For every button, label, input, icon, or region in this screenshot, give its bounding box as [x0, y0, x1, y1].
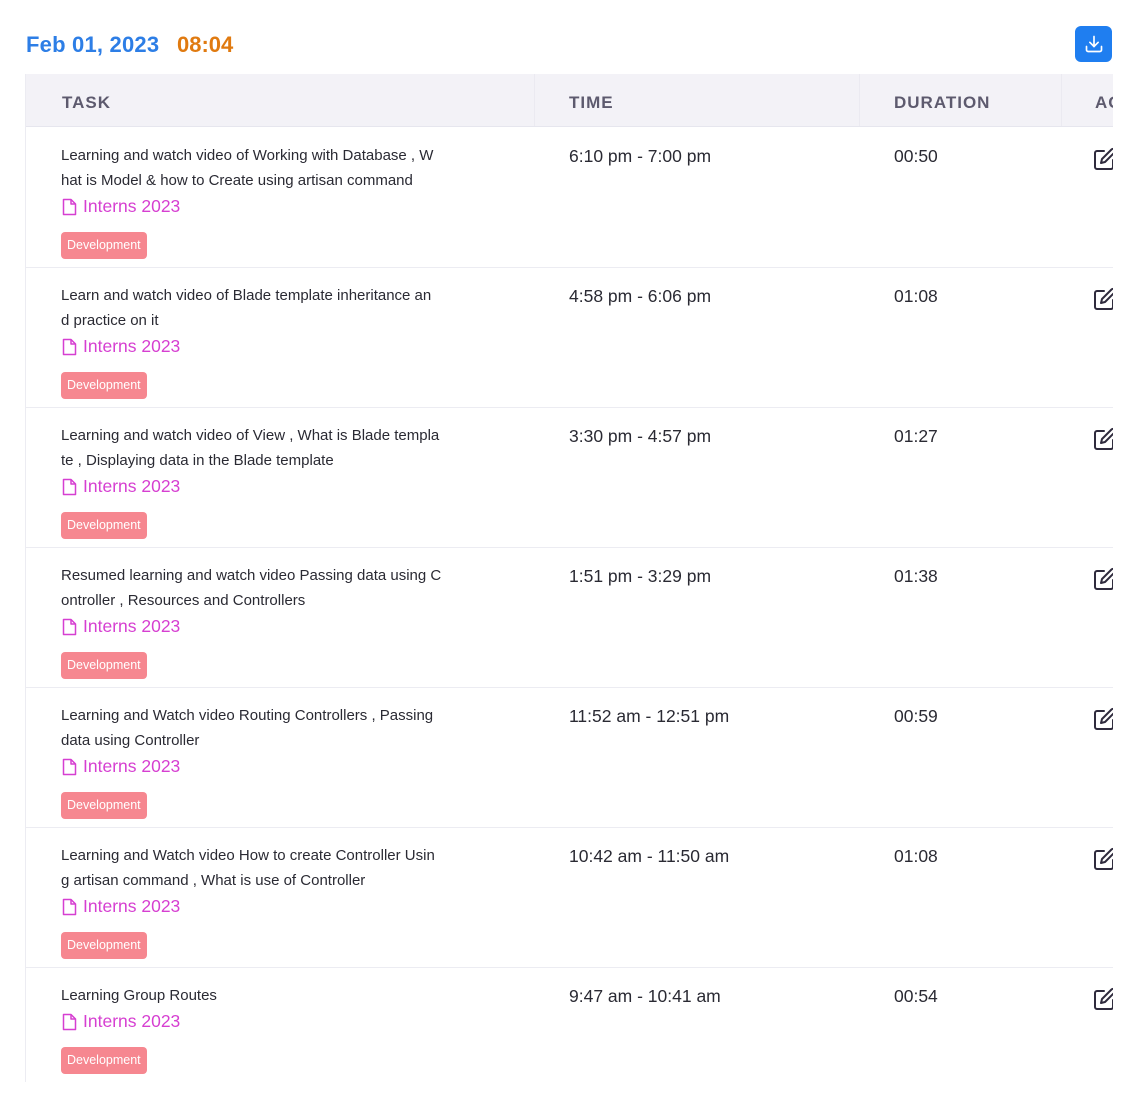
file-icon: [62, 618, 77, 635]
duration: 00:50: [894, 146, 938, 166]
project-name: Interns 2023: [83, 196, 181, 216]
total-time-label: 08:04: [177, 32, 234, 57]
project-link[interactable]: Interns 2023: [62, 196, 180, 217]
edit-button[interactable]: [1093, 147, 1113, 171]
time-range: 9:47 am - 10:41 am: [569, 986, 721, 1006]
task-description-line: Learning and Watch video How to create C…: [61, 847, 435, 864]
column-header-actions: ACTIONS: [1095, 93, 1113, 112]
table-row: Learning Group Routes Interns 2023 Develop…: [26, 967, 1113, 1082]
edit-icon: [1094, 147, 1113, 170]
tag-badge: Development: [61, 372, 147, 399]
project-name: Interns 2023: [83, 1011, 181, 1031]
task-description-line: Resumed learning and watch video Passing…: [61, 567, 442, 584]
task-description: Learning and Watch video Routing Control…: [61, 703, 501, 753]
tag-badge: Development: [61, 652, 147, 679]
task-table: TASK TIME DURATION ACTIONS Learning and …: [25, 74, 1113, 1082]
column-header-duration: DURATION: [894, 93, 991, 112]
task-description-line: g artisan command , What is use of Contr…: [61, 872, 366, 889]
page-header: Feb 01, 2023 08:04: [26, 26, 1112, 64]
time-range: 4:58 pm - 6:06 pm: [569, 286, 712, 306]
task-description-line: data using Controller: [61, 732, 200, 749]
task-description: Learning and Watch video How to create C…: [61, 843, 501, 893]
tag-badge: Development: [61, 932, 147, 959]
task-description: Resumed learning and watch video Passing…: [61, 563, 501, 613]
table-header: TASK TIME DURATION ACTIONS: [26, 74, 1113, 127]
task-description-line: Learning and watch video of View , What …: [61, 427, 440, 444]
column-header-task: TASK: [62, 93, 112, 112]
duration: 01:08: [894, 286, 938, 306]
time-range: 3:30 pm - 4:57 pm: [569, 426, 712, 446]
table-row: Resumed learning and watch video Passing…: [26, 547, 1113, 688]
file-icon: [62, 198, 77, 215]
table-row: Learn and watch video of Blade template …: [26, 267, 1113, 408]
project-name: Interns 2023: [83, 616, 181, 636]
duration: 01:38: [894, 566, 938, 586]
download-button[interactable]: [1075, 26, 1112, 62]
duration: 00:59: [894, 706, 938, 726]
task-description-line: Learning and Watch video Routing Control…: [61, 707, 434, 724]
table-row: Learning and Watch video How to create C…: [26, 827, 1113, 968]
time-range: 1:51 pm - 3:29 pm: [569, 566, 712, 586]
project-name: Interns 2023: [83, 896, 181, 916]
download-icon: [1085, 35, 1102, 53]
table-row: Learning and Watch video Routing Control…: [26, 687, 1113, 828]
tag-badge: Development: [61, 792, 147, 819]
project-link[interactable]: Interns 2023: [62, 1011, 180, 1032]
task-description-line: ontroller , Resources and Controllers: [61, 592, 306, 609]
table-row: Learning and watch video of View , What …: [26, 407, 1113, 548]
file-icon: [62, 898, 77, 915]
time-range: 6:10 pm - 7:00 pm: [569, 146, 712, 166]
task-description-line: d practice on it: [61, 312, 159, 329]
column-header-time: TIME: [569, 93, 614, 112]
task-description-line: Learning and watch video of Working with…: [61, 147, 434, 164]
file-icon: [62, 338, 77, 355]
time-range: 11:52 am - 12:51 pm: [569, 706, 730, 726]
edit-button[interactable]: [1093, 287, 1113, 311]
task-description-line: hat is Model & how to Create using artis…: [61, 172, 413, 189]
duration: 01:08: [894, 846, 938, 866]
file-icon: [62, 478, 77, 495]
edit-button[interactable]: [1093, 707, 1113, 731]
table-row: Learning and watch video of Working with…: [26, 127, 1113, 268]
edit-button[interactable]: [1093, 427, 1113, 451]
edit-icon: [1094, 847, 1113, 870]
project-link[interactable]: Interns 2023: [62, 476, 180, 497]
task-description-line: te , Displaying data in the Blade templa…: [61, 452, 334, 469]
task-description-line: Learn and watch video of Blade template …: [61, 287, 432, 304]
task-description: Learning Group Routes: [61, 983, 501, 1008]
duration: 00:54: [894, 986, 938, 1006]
task-description: Learn and watch video of Blade template …: [61, 283, 501, 333]
project-name: Interns 2023: [83, 756, 181, 776]
duration: 01:27: [894, 426, 938, 446]
edit-icon: [1094, 427, 1113, 450]
time-range: 10:42 am - 11:50 am: [569, 846, 730, 866]
project-link[interactable]: Interns 2023: [62, 616, 180, 637]
task-description-line: Learning Group Routes: [61, 987, 217, 1004]
column-divider: [534, 74, 535, 126]
column-divider: [859, 74, 860, 126]
project-link[interactable]: Interns 2023: [62, 336, 180, 357]
task-description: Learning and watch video of View , What …: [61, 423, 501, 473]
project-link[interactable]: Interns 2023: [62, 896, 180, 917]
tag-badge: Development: [61, 232, 147, 259]
tag-badge: Development: [61, 512, 147, 539]
edit-button[interactable]: [1093, 847, 1113, 871]
task-description: Learning and watch video of Working with…: [61, 143, 501, 193]
edit-button[interactable]: [1093, 567, 1113, 591]
column-divider: [1061, 74, 1062, 126]
file-icon: [62, 1013, 77, 1030]
project-name: Interns 2023: [83, 336, 181, 356]
project-name: Interns 2023: [83, 476, 181, 496]
file-icon: [62, 758, 77, 775]
edit-icon: [1094, 287, 1113, 310]
edit-icon: [1094, 707, 1113, 730]
edit-icon: [1094, 987, 1113, 1010]
edit-icon: [1094, 567, 1113, 590]
tag-badge: Development: [61, 1047, 147, 1074]
date-label: Feb 01, 2023: [26, 32, 160, 57]
project-link[interactable]: Interns 2023: [62, 756, 180, 777]
edit-button[interactable]: [1093, 987, 1113, 1011]
